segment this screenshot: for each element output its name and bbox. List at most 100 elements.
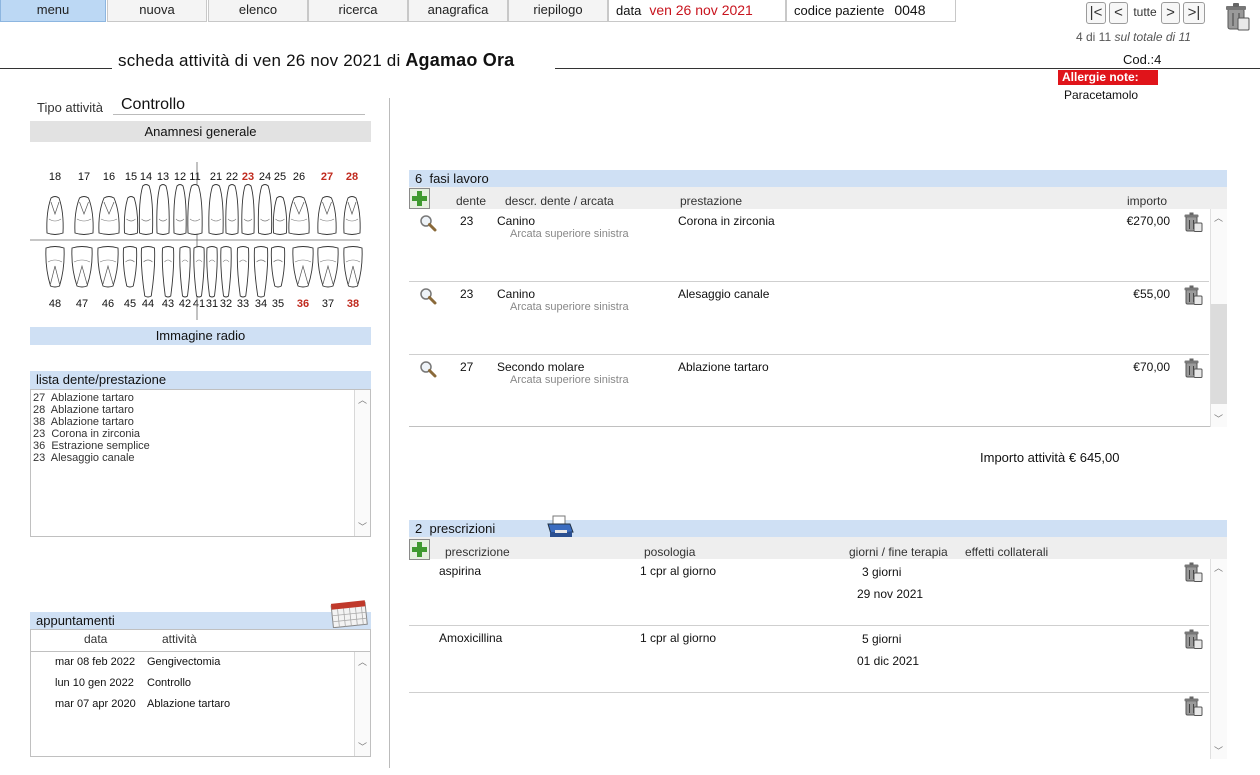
all-records-button[interactable]: tutte <box>1130 2 1160 24</box>
delete-fase-icon[interactable] <box>1183 212 1203 235</box>
lista-item[interactable]: 27 Ablazione tartaro <box>31 392 370 404</box>
lista-item[interactable]: 28 Ablazione tartaro <box>31 404 370 416</box>
codice-value[interactable]: 0048 <box>894 2 925 18</box>
tooth-lower-shape <box>161 246 175 298</box>
next-record-button[interactable]: > <box>1161 2 1180 24</box>
fase-row[interactable]: 27 Secondo molare Arcata superiore sinistr… <box>409 355 1209 428</box>
col-posologia: posologia <box>644 545 696 559</box>
tooth-lower-shape <box>193 246 205 298</box>
delete-prescrizione-icon[interactable] <box>1183 562 1203 585</box>
elenco-button[interactable]: elenco <box>208 0 308 22</box>
fasi-scroll-thumb[interactable] <box>1211 304 1227 404</box>
delete-prescrizione-icon[interactable] <box>1183 629 1203 652</box>
app-scrollbar[interactable]: ︿ ﹀ <box>354 652 370 756</box>
lista-item[interactable]: 23 Corona in zirconia <box>31 428 370 440</box>
tooth-lower-shape <box>122 246 138 288</box>
prescrizione-row[interactable]: Amoxicillina 1 cpr al giorno 5 giorni 01 di… <box>409 626 1209 693</box>
appuntamento-data: mar 07 apr 2020 <box>55 698 136 710</box>
delete-fase-icon[interactable] <box>1183 285 1203 308</box>
prescrizione-giorni: 3 giorni <box>862 565 902 579</box>
tooth-upper-shape <box>317 196 337 235</box>
col-importo: importo <box>1127 194 1168 208</box>
view-fase-icon[interactable] <box>419 287 437 308</box>
data-value[interactable]: ven 26 nov 2021 <box>649 2 753 18</box>
scroll-up-icon[interactable]: ︿ <box>355 655 370 668</box>
tooth-upper-shape <box>257 184 273 235</box>
col-effetti: effetti collaterali <box>965 545 1049 559</box>
allergie-label: Allergie note: <box>1058 70 1158 85</box>
appuntamento-row[interactable]: lun 10 gen 2022 Controllo <box>31 677 351 697</box>
fase-row[interactable]: 23 Canino Arcata superiore sinistra Corona … <box>409 209 1209 282</box>
fase-dente: 23 <box>460 214 474 228</box>
scroll-down-icon[interactable]: ﹀ <box>1211 412 1226 425</box>
immagine-radio-button[interactable]: Immagine radio <box>30 327 371 345</box>
appuntamento-row[interactable]: mar 07 apr 2020 Ablazione tartaro <box>31 698 351 718</box>
prescrizione-fine: 01 dic 2021 <box>857 654 920 668</box>
scroll-down-icon[interactable]: ﹀ <box>1211 744 1226 757</box>
riepilogo-button[interactable]: riepilogo <box>508 0 608 22</box>
scroll-up-icon[interactable]: ︿ <box>1211 561 1226 574</box>
menu-button[interactable]: menu <box>0 0 106 22</box>
ricerca-button[interactable]: ricerca <box>308 0 408 22</box>
view-fase-icon[interactable] <box>419 214 437 235</box>
delete-empty-row-icon[interactable] <box>1183 696 1203 719</box>
fase-arcata: Arcata superiore sinistra <box>510 374 629 386</box>
prescrizione-row[interactable]: aspirina 1 cpr al giorno 3 giorni 29 nov 20… <box>409 559 1209 626</box>
lista-item[interactable]: 38 Ablazione tartaro <box>31 416 370 428</box>
patient-name[interactable]: Agamao Ora <box>405 50 514 70</box>
fasi-scrollbar[interactable]: ︿ ﹀ <box>1210 209 1227 427</box>
presc-scrollbar[interactable]: ︿ ﹀ <box>1210 559 1227 759</box>
tipo-attivita-field[interactable]: Controllo <box>113 96 365 115</box>
fase-arcata: Arcata superiore sinistra <box>510 228 629 240</box>
anagrafica-button[interactable]: anagrafica <box>408 0 508 22</box>
scroll-up-icon[interactable]: ︿ <box>355 393 370 406</box>
appuntamento-attivita: Controllo <box>147 677 192 689</box>
last-record-button[interactable]: >| <box>1183 2 1205 24</box>
scroll-up-icon[interactable]: ︿ <box>1211 211 1226 224</box>
nuova-button[interactable]: nuova <box>107 0 207 22</box>
view-fase-icon[interactable] <box>419 360 437 381</box>
fase-importo: €55,00 <box>1133 287 1170 301</box>
appuntamenti-list[interactable]: data attività mar 08 feb 2022 Gengivectom… <box>30 629 371 757</box>
appuntamento-attivita: Ablazione tartaro <box>147 698 231 710</box>
tooth-lower-shape <box>179 246 191 298</box>
page-title: scheda attività di ven 26 nov 2021 di Ag… <box>118 50 514 71</box>
tooth-upper-shape <box>272 196 288 235</box>
tooth-upper-shape <box>173 184 187 235</box>
data-field: data ven 26 nov 2021 <box>608 0 786 22</box>
appuntamento-row[interactable]: mar 08 feb 2022 Gengivectomia <box>31 656 351 676</box>
fase-dente: 27 <box>460 360 474 374</box>
scroll-down-icon[interactable]: ﹀ <box>355 520 370 533</box>
col-prescrizione: prescrizione <box>445 545 510 559</box>
fase-row[interactable]: 23 Canino Arcata superiore sinistra Alesagg… <box>409 282 1209 355</box>
lista-scrollbar[interactable]: ︿ ﹀ <box>354 390 370 536</box>
tooth-upper-shape <box>46 196 64 235</box>
fasi-list[interactable]: 23 Canino Arcata superiore sinistra Corona … <box>409 209 1227 427</box>
prescrizioni-list[interactable]: aspirina 1 cpr al giorno 3 giorni 29 nov 20… <box>409 559 1227 759</box>
tooth-lower-shape <box>140 246 156 298</box>
fase-importo: €70,00 <box>1133 360 1170 374</box>
fasi-lavoro-title: 6 fasi lavoro <box>409 170 1227 187</box>
lista-dente-prestazione[interactable]: 27 Ablazione tartaro 28 Ablazione tartaro… <box>30 389 371 537</box>
delete-fase-icon[interactable] <box>1183 358 1203 381</box>
lista-item[interactable]: 23 Alesaggio canale <box>31 452 370 464</box>
first-record-button[interactable]: |< <box>1086 2 1106 24</box>
tooth-upper-shape <box>225 184 239 235</box>
fasi-title-text: fasi lavoro <box>429 171 489 186</box>
teeth-drawing[interactable] <box>30 160 370 320</box>
tooth-chart[interactable]: 18 17 16 15 14 13 12 11 21 22 23 24 25 26 27 28 48 47 46 4… <box>30 160 370 320</box>
anamnesi-button[interactable]: Anamnesi generale <box>30 121 371 142</box>
lista-item[interactable]: 36 Estrazione semplice <box>31 440 370 452</box>
tooth-lower-shape <box>253 246 269 298</box>
calendar-icon[interactable] <box>329 598 369 631</box>
col-giorni: giorni / fine terapia <box>849 545 948 559</box>
record-position-text: 4 di 11 <box>1076 30 1112 44</box>
tooth-upper-shape <box>241 184 255 235</box>
record-total-text: sul totale di 11 <box>1114 30 1191 44</box>
delete-record-icon[interactable] <box>1224 3 1250 34</box>
prev-record-button[interactable]: < <box>1109 2 1128 24</box>
tooth-upper-shape <box>288 196 310 235</box>
prescrizione-posologia: 1 cpr al giorno <box>640 631 717 645</box>
scroll-down-icon[interactable]: ﹀ <box>355 740 370 753</box>
title-rule-left <box>0 68 112 69</box>
